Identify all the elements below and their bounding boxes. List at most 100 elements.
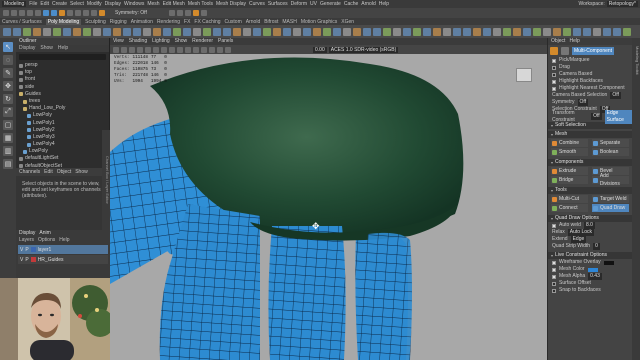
shelf-fill-hole-icon[interactable] xyxy=(143,27,151,36)
option-pick-marquee[interactable]: Pick/Marquee xyxy=(548,57,632,64)
shelf-normals-icon[interactable] xyxy=(343,27,351,36)
textured-icon[interactable] xyxy=(185,46,191,53)
shelf-tab-rendering[interactable]: Rendering xyxy=(157,19,180,25)
outliner-item[interactable]: side xyxy=(19,84,109,91)
menu-file[interactable]: File xyxy=(29,1,37,7)
shelf-tab-sculpting[interactable]: Sculpting xyxy=(85,19,106,25)
shelf-bevel-icon[interactable] xyxy=(133,27,141,36)
shelf-tab-xgen[interactable]: XGen xyxy=(341,19,354,25)
outliner-menu-show[interactable]: Show xyxy=(40,45,53,52)
shelf-custom24-icon[interactable] xyxy=(613,27,621,36)
shelf-custom9-icon[interactable] xyxy=(463,27,471,36)
outliner-item[interactable]: LowPoly1 xyxy=(19,120,109,127)
layer-row[interactable]: V Player1 xyxy=(18,245,108,254)
shelf-disc-icon[interactable] xyxy=(63,27,71,36)
single-view-icon[interactable]: ▢ xyxy=(3,120,13,130)
shelf-cleanup-icon[interactable] xyxy=(373,27,381,36)
shelf-custom2-icon[interactable] xyxy=(393,27,401,36)
menu-arnold[interactable]: Arnold xyxy=(361,1,375,7)
shelf-torus-icon[interactable] xyxy=(43,27,51,36)
shelf-custom21-icon[interactable] xyxy=(583,27,591,36)
viewport-menu-panels[interactable]: Panels xyxy=(218,38,233,45)
menu-display[interactable]: Display xyxy=(105,1,121,7)
target-weld-button[interactable]: Target Weld xyxy=(592,195,629,203)
workspace-selector[interactable]: Workspace: Retopology* xyxy=(578,1,640,7)
ao-icon[interactable] xyxy=(209,46,215,53)
shelf-cylinder-icon[interactable] xyxy=(23,27,31,36)
viewport-menu-view[interactable]: View xyxy=(113,38,124,45)
shelf-bridge-icon[interactable] xyxy=(123,27,131,36)
menu-uv[interactable]: UV xyxy=(310,1,317,7)
mesh-section[interactable]: Mesh xyxy=(548,131,632,138)
extend-value[interactable]: Edge xyxy=(570,236,587,243)
viewport-menu-show[interactable]: Show xyxy=(175,38,188,45)
shelf-tab-fx-caching[interactable]: FX Caching xyxy=(194,19,220,25)
modeling-toolkit-tab[interactable]: Modeling Toolkit xyxy=(632,38,640,360)
shelf-planar-uv-icon[interactable] xyxy=(273,27,281,36)
shelf-custom25-icon[interactable] xyxy=(623,27,631,36)
option-drag[interactable]: Drag xyxy=(548,64,632,71)
redo-icon[interactable] xyxy=(35,10,41,16)
multi-component-button[interactable]: Multi-Component xyxy=(572,47,615,55)
shelf-platonic-icon[interactable] xyxy=(73,27,81,36)
shelf-custom11-icon[interactable] xyxy=(483,27,491,36)
vertex-mode-icon[interactable] xyxy=(561,47,569,55)
shelf-tab-bifrost[interactable]: Bifrost xyxy=(264,19,278,25)
layer-menu-help[interactable]: Help xyxy=(59,237,69,244)
layer-menu-options[interactable]: Options xyxy=(38,237,55,244)
shelf-separate-icon[interactable] xyxy=(93,27,101,36)
select-object-icon[interactable] xyxy=(51,10,57,16)
tools-section[interactable]: Tools xyxy=(548,187,632,194)
shelf-custom8-icon[interactable] xyxy=(453,27,461,36)
workspace-value[interactable]: Retopology* xyxy=(606,1,638,7)
layer-tab-anim[interactable]: Anim xyxy=(39,230,50,237)
option-highlight-nearest-component[interactable]: Highlight Nearest Component xyxy=(548,85,632,92)
outliner-item[interactable]: defaultLightSet xyxy=(19,155,109,162)
layer-visibility-toggle[interactable]: V xyxy=(20,247,23,253)
menu-deform[interactable]: Deform xyxy=(291,1,307,7)
shelf-tab-animation[interactable]: Animation xyxy=(131,19,153,25)
layer-color-swatch[interactable] xyxy=(30,247,36,252)
shelf-freeze-icon[interactable] xyxy=(293,27,301,36)
render-view-icon[interactable] xyxy=(200,10,207,16)
shelf-multicut-icon[interactable] xyxy=(163,27,171,36)
shelf-retopo-icon[interactable] xyxy=(253,27,261,36)
edge-surface-toggle[interactable]: Edge Surface xyxy=(604,109,632,124)
shelf-custom17-icon[interactable] xyxy=(543,27,551,36)
shelf-tab-motion-graphics[interactable]: Motion Graphics xyxy=(301,19,337,25)
layer-color-swatch[interactable] xyxy=(30,257,36,262)
color-space-field[interactable]: ACES 1.0 SDR-video (sRGB) xyxy=(328,46,399,53)
surface-offset-row[interactable]: Surface Offset xyxy=(548,280,632,287)
add-divisions-button[interactable]: Add Divisions xyxy=(592,173,629,187)
snap-live-icon[interactable] xyxy=(99,10,105,16)
wireframe-color-swatch[interactable] xyxy=(603,260,614,265)
select-tool-icon[interactable]: ↖ xyxy=(3,42,13,52)
shelf-smooth-icon[interactable] xyxy=(103,27,111,36)
outliner-item[interactable]: trees xyxy=(19,98,109,105)
select-hierarchy-icon[interactable] xyxy=(43,10,49,16)
auto-weld-value[interactable]: 8.0 xyxy=(583,222,595,229)
relax-row[interactable]: Relax Auto Lock xyxy=(548,229,632,236)
shelf-tab-poly-modeling[interactable]: Poly Modeling xyxy=(45,18,82,25)
shadows-icon[interactable] xyxy=(201,46,207,53)
shelf-custom4-icon[interactable] xyxy=(413,27,421,36)
shelf-custom23-icon[interactable] xyxy=(603,27,611,36)
outliner-item[interactable]: Hand_Low_Poly xyxy=(19,105,109,112)
outliner-item[interactable]: LowPoly3 xyxy=(19,134,109,141)
outliner-item[interactable]: top xyxy=(19,69,109,76)
viewport-panel[interactable]: View Shading Lighting Show Renderer Panels 0.… xyxy=(110,38,547,360)
boolean-button[interactable]: Boolean xyxy=(592,148,629,156)
layer-playback-toggle[interactable]: P xyxy=(25,257,28,263)
shelf-custom16-icon[interactable] xyxy=(533,27,541,36)
object-mode-icon[interactable] xyxy=(550,47,558,55)
mesh-color-swatch[interactable] xyxy=(587,267,598,272)
snap-curve-icon[interactable] xyxy=(75,10,81,16)
move-tool-icon[interactable]: ✥ xyxy=(3,81,13,91)
open-scene-icon[interactable] xyxy=(11,10,17,16)
shelf-custom14-icon[interactable] xyxy=(513,27,521,36)
shelf-custom19-icon[interactable] xyxy=(563,27,571,36)
toolkit-menu-object[interactable]: Object xyxy=(551,38,565,45)
shelf-delete-history-icon[interactable] xyxy=(313,27,321,36)
shelf-offset-loop-icon[interactable] xyxy=(183,27,191,36)
shelf-custom5-icon[interactable] xyxy=(423,27,431,36)
